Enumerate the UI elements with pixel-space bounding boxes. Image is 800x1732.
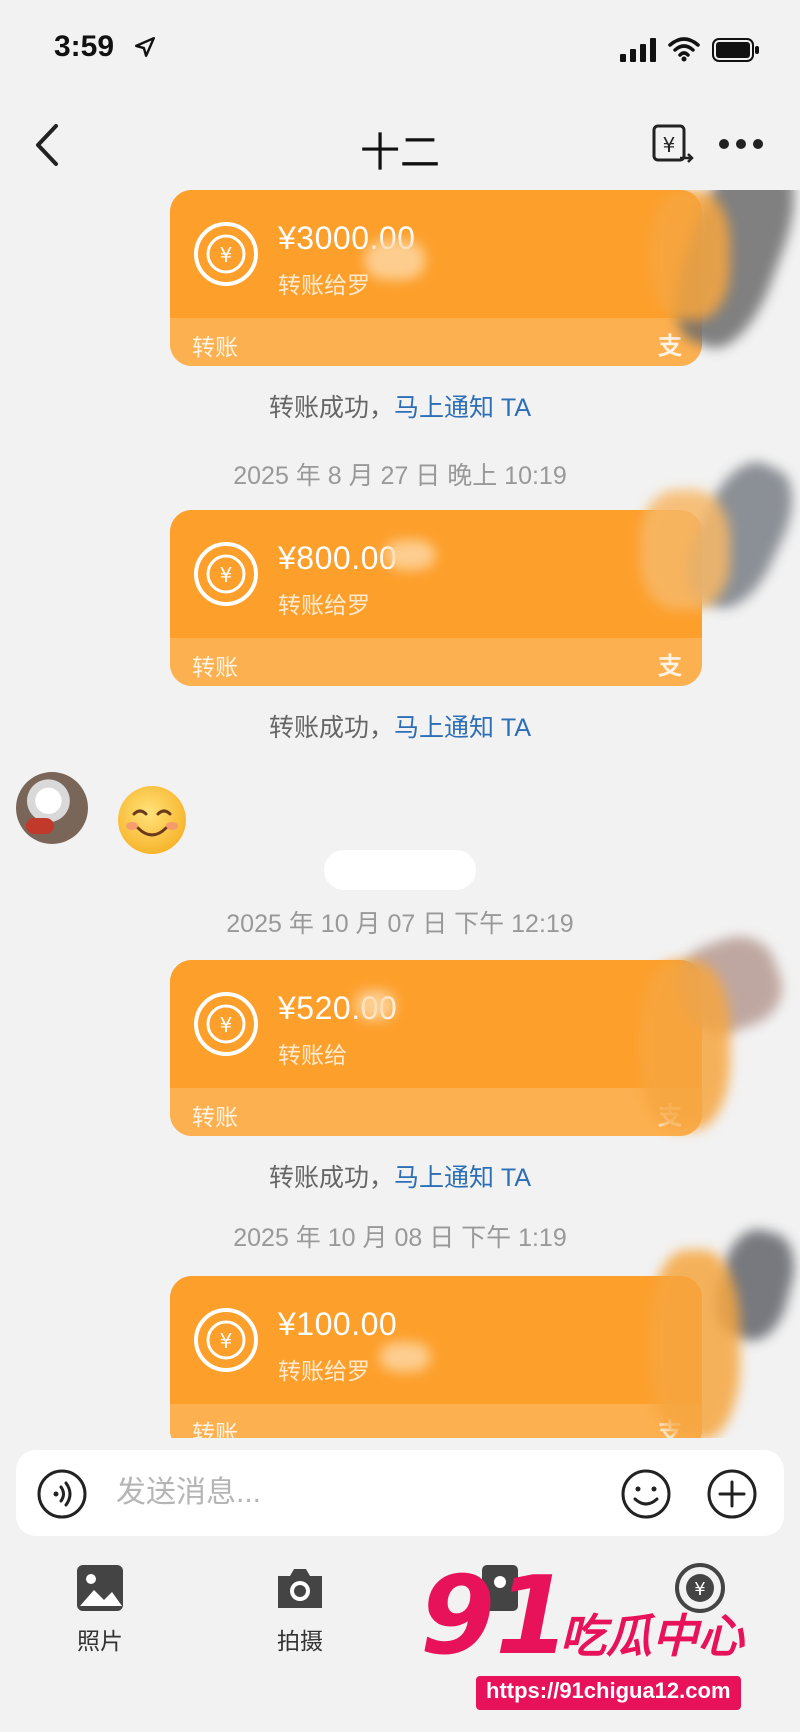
redaction-smudge <box>365 240 425 280</box>
redaction-smudge <box>640 490 730 610</box>
signal-icon <box>620 38 656 62</box>
transfer-type-label: 转账 <box>192 1104 238 1130</box>
redaction-smudge <box>640 960 730 1130</box>
transfer-card-footer: 转账 支 <box>170 1404 702 1438</box>
watermark-url: https://91chigua12.com <box>476 1676 741 1710</box>
message-input-bar <box>16 1450 784 1536</box>
smiling-emoji-icon <box>118 786 186 854</box>
svg-text:¥: ¥ <box>220 1329 233 1353</box>
transfer-yuan-icon: ¥ <box>194 222 258 286</box>
message-input[interactable] <box>116 1470 616 1516</box>
transfer-yuan-icon: ¥ <box>194 542 258 606</box>
watermark-logo: 91 吃瓜中心 https://91chigua12.com <box>420 1562 790 1722</box>
message-timestamp: 2025 年 10 月 08 日 下午 1:19 <box>233 1224 567 1252</box>
transfer-recipient: 转账给罗 <box>278 1358 370 1384</box>
redaction-smudge <box>355 990 395 1020</box>
transfer-card-footer: 转账 支 <box>170 1088 702 1136</box>
message-timestamp: 2025 年 10 月 07 日 下午 12:19 <box>226 910 574 938</box>
photo-button[interactable]: 照片 <box>40 1550 160 1660</box>
contact-avatar[interactable] <box>16 772 88 844</box>
transfer-success-text: 转账成功， <box>268 394 394 422</box>
back-chevron-icon[interactable] <box>28 120 68 170</box>
photo-label: 照片 <box>77 1628 123 1654</box>
transfer-card[interactable]: ¥ ¥520.00 转账给 转账 支 <box>170 960 702 1136</box>
wifi-icon <box>668 37 700 62</box>
svg-text:¥: ¥ <box>220 243 233 267</box>
alipay-icon: 支 <box>658 653 682 680</box>
message-timestamp: 2025 年 8 月 27 日 晚上 10:19 <box>233 462 567 490</box>
redaction-smudge <box>385 540 435 570</box>
camera-label: 拍摄 <box>277 1628 323 1654</box>
transfer-type-label: 转账 <box>192 1420 238 1438</box>
transfer-status: 转账成功，马上通知 TA <box>0 1158 800 1194</box>
transfer-card-body: ¥ ¥520.00 转账给 <box>170 960 702 1088</box>
more-dots-icon[interactable] <box>716 134 766 154</box>
status-time: 3:59 <box>54 30 115 63</box>
nav-bar: 十二 ¥ <box>0 100 800 190</box>
hidden-message-bubble <box>324 850 476 890</box>
photo-icon <box>77 1565 123 1611</box>
redaction-smudge <box>650 1250 740 1438</box>
transfer-card[interactable]: ¥ ¥100.00 转账给罗 转账 支 <box>170 1276 702 1438</box>
transfer-card-footer: 转账 支 <box>170 318 702 366</box>
transfer-card-body: ¥ ¥800.00 转账给罗 <box>170 510 702 638</box>
avatar-detail <box>26 818 54 834</box>
transfer-card-body: ¥ ¥3000.00 转账给罗 <box>170 190 702 318</box>
yuan-transfer-icon[interactable]: ¥ <box>650 122 696 168</box>
battery-icon <box>712 38 759 62</box>
watermark-text: 吃瓜中心 <box>560 1610 744 1662</box>
transfer-type-label: 转账 <box>192 334 238 360</box>
transfer-amount: ¥100.00 <box>278 1306 398 1342</box>
transfer-yuan-icon: ¥ <box>194 992 258 1056</box>
alipay-icon: 支 <box>658 333 682 360</box>
svg-text:¥: ¥ <box>663 133 676 157</box>
transfer-status: 转账成功，马上通知 TA <box>0 388 800 424</box>
chat-screen: 3:59 十二 ¥ ¥ ¥3000.00 转账给罗 转账 支 转账成功，马上通知… <box>0 0 800 1732</box>
transfer-amount: ¥800.00 <box>278 540 398 576</box>
emoji-icon[interactable] <box>620 1468 672 1520</box>
transfer-recipient: 转账给罗 <box>278 592 370 618</box>
transfer-card[interactable]: ¥ ¥3000.00 转账给罗 转账 支 <box>170 190 702 366</box>
redaction-smudge <box>380 1342 430 1372</box>
transfer-success-text: 转账成功， <box>268 1164 394 1192</box>
transfer-recipient: 转账给罗 <box>278 272 370 298</box>
svg-text:¥: ¥ <box>220 563 233 587</box>
voice-icon[interactable] <box>36 1468 88 1520</box>
notify-link[interactable]: 马上通知 TA <box>394 714 531 742</box>
transfer-card[interactable]: ¥ ¥800.00 转账给罗 转账 支 <box>170 510 702 686</box>
transfer-type-label: 转账 <box>192 654 238 680</box>
transfer-success-text: 转账成功， <box>268 714 394 742</box>
redaction-smudge <box>650 190 730 320</box>
notify-link[interactable]: 马上通知 TA <box>394 394 531 422</box>
camera-button[interactable]: 拍摄 <box>240 1550 360 1660</box>
status-bar: 3:59 <box>0 0 800 100</box>
transfer-yuan-icon: ¥ <box>194 1308 258 1372</box>
plus-icon[interactable] <box>706 1468 758 1520</box>
transfer-card-footer: 转账 支 <box>170 638 702 686</box>
transfer-status: 转账成功，马上通知 TA <box>0 708 800 744</box>
chat-title: 十二 <box>360 131 440 175</box>
location-arrow-icon <box>134 36 156 58</box>
transfer-card-body: ¥ ¥100.00 转账给罗 <box>170 1276 702 1404</box>
camera-icon <box>278 1569 322 1608</box>
watermark-number: 91 <box>420 1554 571 1679</box>
chat-area[interactable]: ¥ ¥3000.00 转账给罗 转账 支 转账成功，马上通知 TA 2025 年… <box>0 190 800 1438</box>
svg-text:¥: ¥ <box>220 1013 233 1037</box>
transfer-recipient: 转账给 <box>278 1042 347 1068</box>
notify-link[interactable]: 马上通知 TA <box>394 1164 531 1192</box>
